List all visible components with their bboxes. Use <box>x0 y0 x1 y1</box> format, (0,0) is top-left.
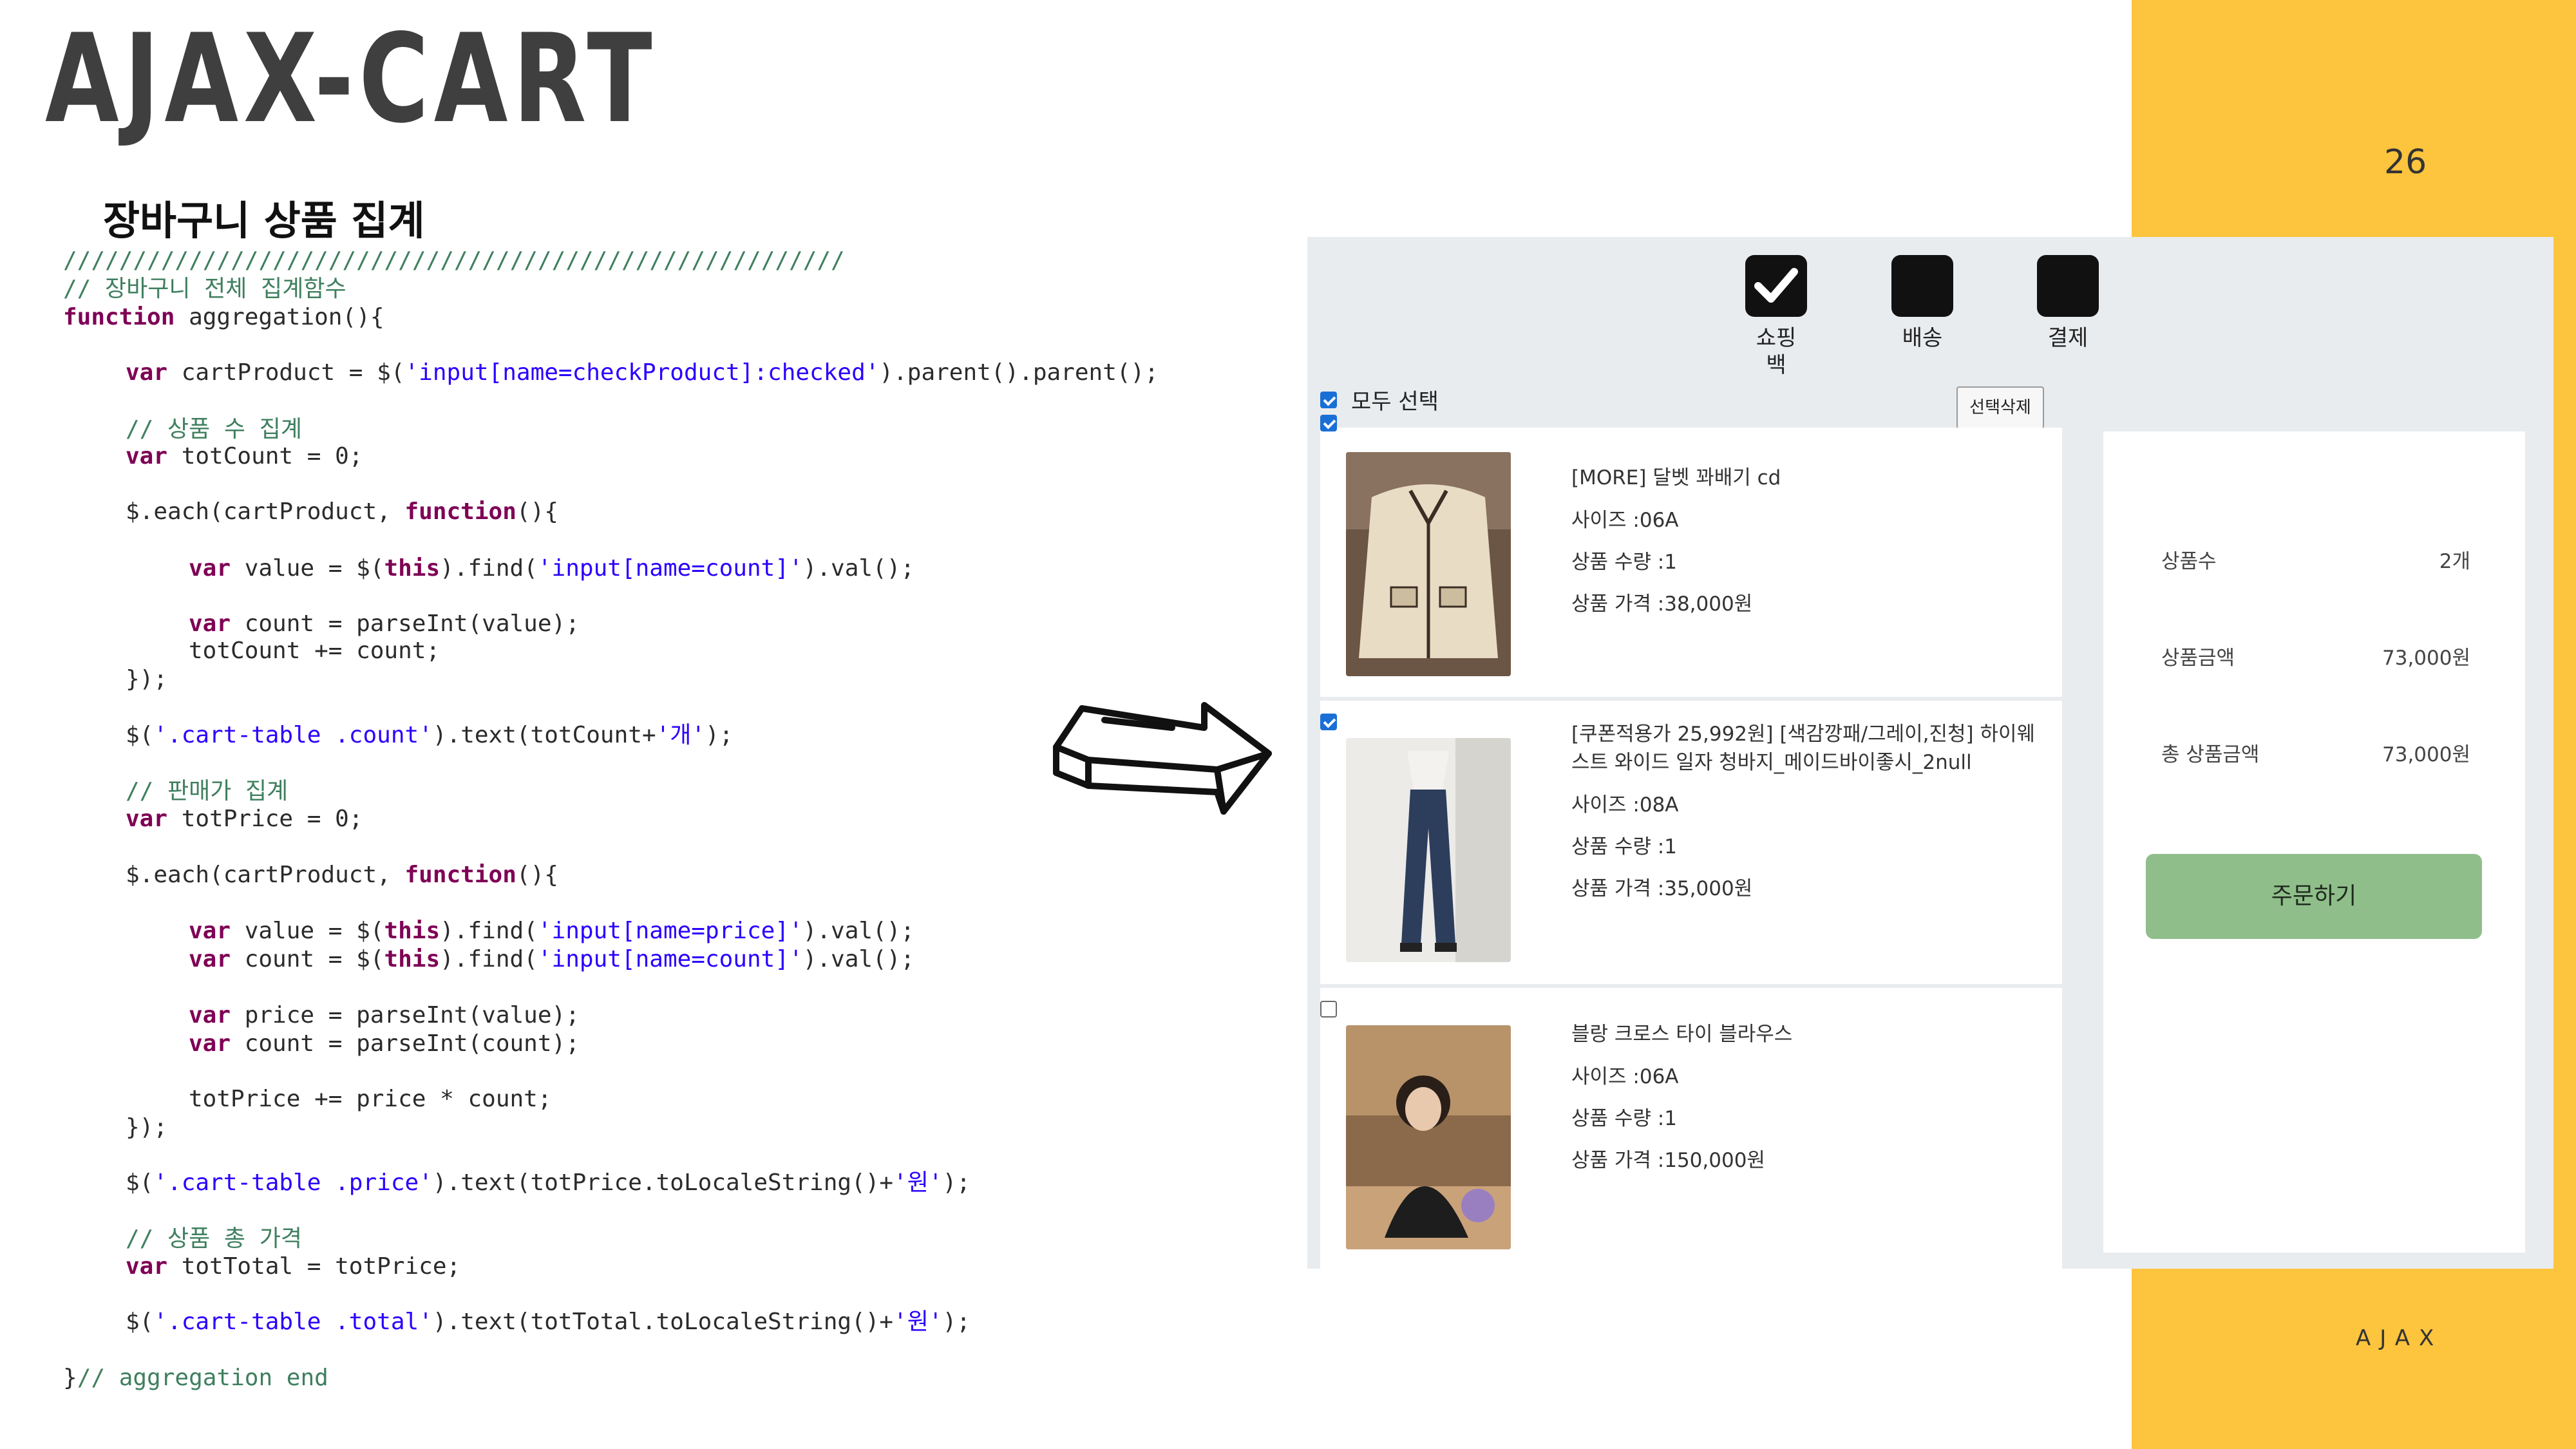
item-checkbox[interactable] <box>1320 714 1337 730</box>
box-icon <box>2037 255 2099 317</box>
summary-amount-label: 상품금액 <box>2161 647 2235 670</box>
cart-item: [쿠폰적용가 25,992원] [색감깡패/그레이,진청] 하이웨스트 와이드 … <box>1320 701 2062 984</box>
summary-count-value: 2개 <box>2439 550 2470 573</box>
code-line: var totPrice = 0; <box>126 806 363 832</box>
item-price: 상품 가격 :38,000원 <box>1571 592 1753 616</box>
cart-item-list: [MORE] 달벳 꽈배기 cd 사이즈 :06A 상품 수량 :1 상품 가격… <box>1320 415 2062 1269</box>
select-all: 모두 선택 <box>1320 384 1439 415</box>
item-price: 상품 가격 :35,000원 <box>1571 877 1753 900</box>
code-line: // 장바구니 전체 집계함수 <box>63 276 346 302</box>
checkout-steps: 쇼핑 백 배송 결제 <box>1307 237 2553 398</box>
step-payment[interactable]: 결제 <box>2016 255 2119 352</box>
order-button[interactable]: 주문하기 <box>2146 854 2482 939</box>
product-image <box>1346 452 1511 676</box>
code-line: $.each(cartProduct, function(){ <box>126 862 558 888</box>
code-line: $('.cart-table .price').text(totPrice.to… <box>126 1170 971 1196</box>
item-checkbox[interactable] <box>1320 415 1337 431</box>
summary-count-row: 상품수 2개 <box>2161 545 2470 574</box>
cart-item: 블랑 크로스 타이 블라우스 사이즈 :06A 상품 수량 :1 상품 가격 :… <box>1320 988 2062 1269</box>
code-line: // 상품 총 가격 <box>126 1226 302 1252</box>
item-quantity: 상품 수량 :1 <box>1571 1107 1677 1130</box>
code-line: var totTotal = totPrice; <box>126 1253 461 1280</box>
item-size: 사이즈 :06A <box>1571 1065 1679 1088</box>
code-line: totPrice += price * count; <box>189 1086 552 1112</box>
summary-total-value: 73,000원 <box>2382 743 2470 766</box>
select-all-label: 모두 선택 <box>1351 389 1439 415</box>
item-name: [쿠폰적용가 25,992원] [색감깡패/그레이,진청] 하이웨스트 와이드 … <box>1571 723 2036 774</box>
check-icon <box>1745 255 1807 317</box>
code-line: var count = $(this).find('input[name=cou… <box>189 946 915 972</box>
item-quantity: 상품 수량 :1 <box>1571 551 1677 574</box>
summary-total-label: 총 상품금액 <box>2161 743 2260 766</box>
slide-title: AJAX-CART <box>45 8 658 150</box>
code-line: var totCount = 0; <box>126 443 363 469</box>
code-line: $('.cart-table .total').text(totTotal.to… <box>126 1309 971 1335</box>
step-label: 쇼핑 백 <box>1756 325 1797 378</box>
code-line: }// aggregation end <box>63 1365 328 1391</box>
right-arrow-icon <box>1053 702 1272 815</box>
step-shopping-bag[interactable]: 쇼핑 백 <box>1725 255 1828 379</box>
product-image <box>1346 1025 1511 1249</box>
page-number: 26 <box>2384 143 2427 182</box>
code-line: ////////////////////////////////////////… <box>63 247 845 274</box>
footer-tag: AJAX <box>2356 1325 2443 1351</box>
summary-amount-row: 상품금액 73,000원 <box>2161 641 2470 670</box>
item-price: 상품 가격 :150,000원 <box>1571 1149 1765 1172</box>
section-subtitle: 장바구니 상품 집계 <box>103 197 425 244</box>
code-line: }); <box>126 666 168 692</box>
code-line: var value = $(this).find('input[name=cou… <box>189 555 915 582</box>
code-line: $.each(cartProduct, function(){ <box>126 498 558 525</box>
item-checkbox[interactable] <box>1320 1001 1337 1018</box>
item-quantity: 상품 수량 :1 <box>1571 835 1677 858</box>
step-label: 배송 <box>1902 325 1943 351</box>
cart-screenshot: 쇼핑 백 배송 결제 모두 선택 선택삭제 [MORE] 달벳 꽈배기 cd 사… <box>1307 237 2553 1269</box>
product-image <box>1346 738 1511 962</box>
item-size: 사이즈 :06A <box>1571 509 1679 532</box>
code-line: var value = $(this).find('input[name=pri… <box>189 918 915 944</box>
code-line: totCount += count; <box>189 638 440 664</box>
delete-selected-button[interactable]: 선택삭제 <box>1956 386 2044 429</box>
summary-count-label: 상품수 <box>2161 550 2217 573</box>
item-info: [MORE] 달벳 꽈배기 cd 사이즈 :06A 상품 수량 :1 상품 가격… <box>1571 464 2048 632</box>
box-icon <box>1891 255 1953 317</box>
code-line: $('.cart-table .count').text(totCount+'개… <box>126 722 734 748</box>
item-info: 블랑 크로스 타이 블라우스 사이즈 :06A 상품 수량 :1 상품 가격 :… <box>1571 1020 2048 1188</box>
item-info: [쿠폰적용가 25,992원] [색감깡패/그레이,진청] 하이웨스트 와이드 … <box>1571 720 2048 916</box>
step-label: 결제 <box>2047 325 2088 351</box>
code-line: function aggregation(){ <box>63 304 384 330</box>
code-line: // 판매가 집계 <box>126 778 289 804</box>
item-name: [MORE] 달벳 꽈배기 cd <box>1571 466 1781 489</box>
code-line: var price = parseInt(value); <box>189 1002 580 1028</box>
code-line: // 상품 수 집계 <box>126 416 302 442</box>
code-line: var count = parseInt(value); <box>189 611 580 637</box>
cart-item: [MORE] 달벳 꽈배기 cd 사이즈 :06A 상품 수량 :1 상품 가격… <box>1320 415 2062 697</box>
step-delivery[interactable]: 배송 <box>1871 255 1974 352</box>
code-line: var cartProduct = $('input[name=checkPro… <box>126 359 1159 386</box>
code-line: var count = parseInt(count); <box>189 1030 580 1057</box>
item-size: 사이즈 :08A <box>1571 793 1679 817</box>
summary-total-row: 총 상품금액 73,000원 <box>2161 738 2470 767</box>
code-line: }); <box>126 1114 168 1141</box>
summary-amount-value: 73,000원 <box>2382 647 2470 670</box>
order-summary: 상품수 2개 상품금액 73,000원 총 상품금액 73,000원 주문하기 <box>2103 431 2525 1253</box>
item-name: 블랑 크로스 타이 블라우스 <box>1571 1023 1793 1046</box>
select-all-checkbox[interactable] <box>1320 391 1337 408</box>
